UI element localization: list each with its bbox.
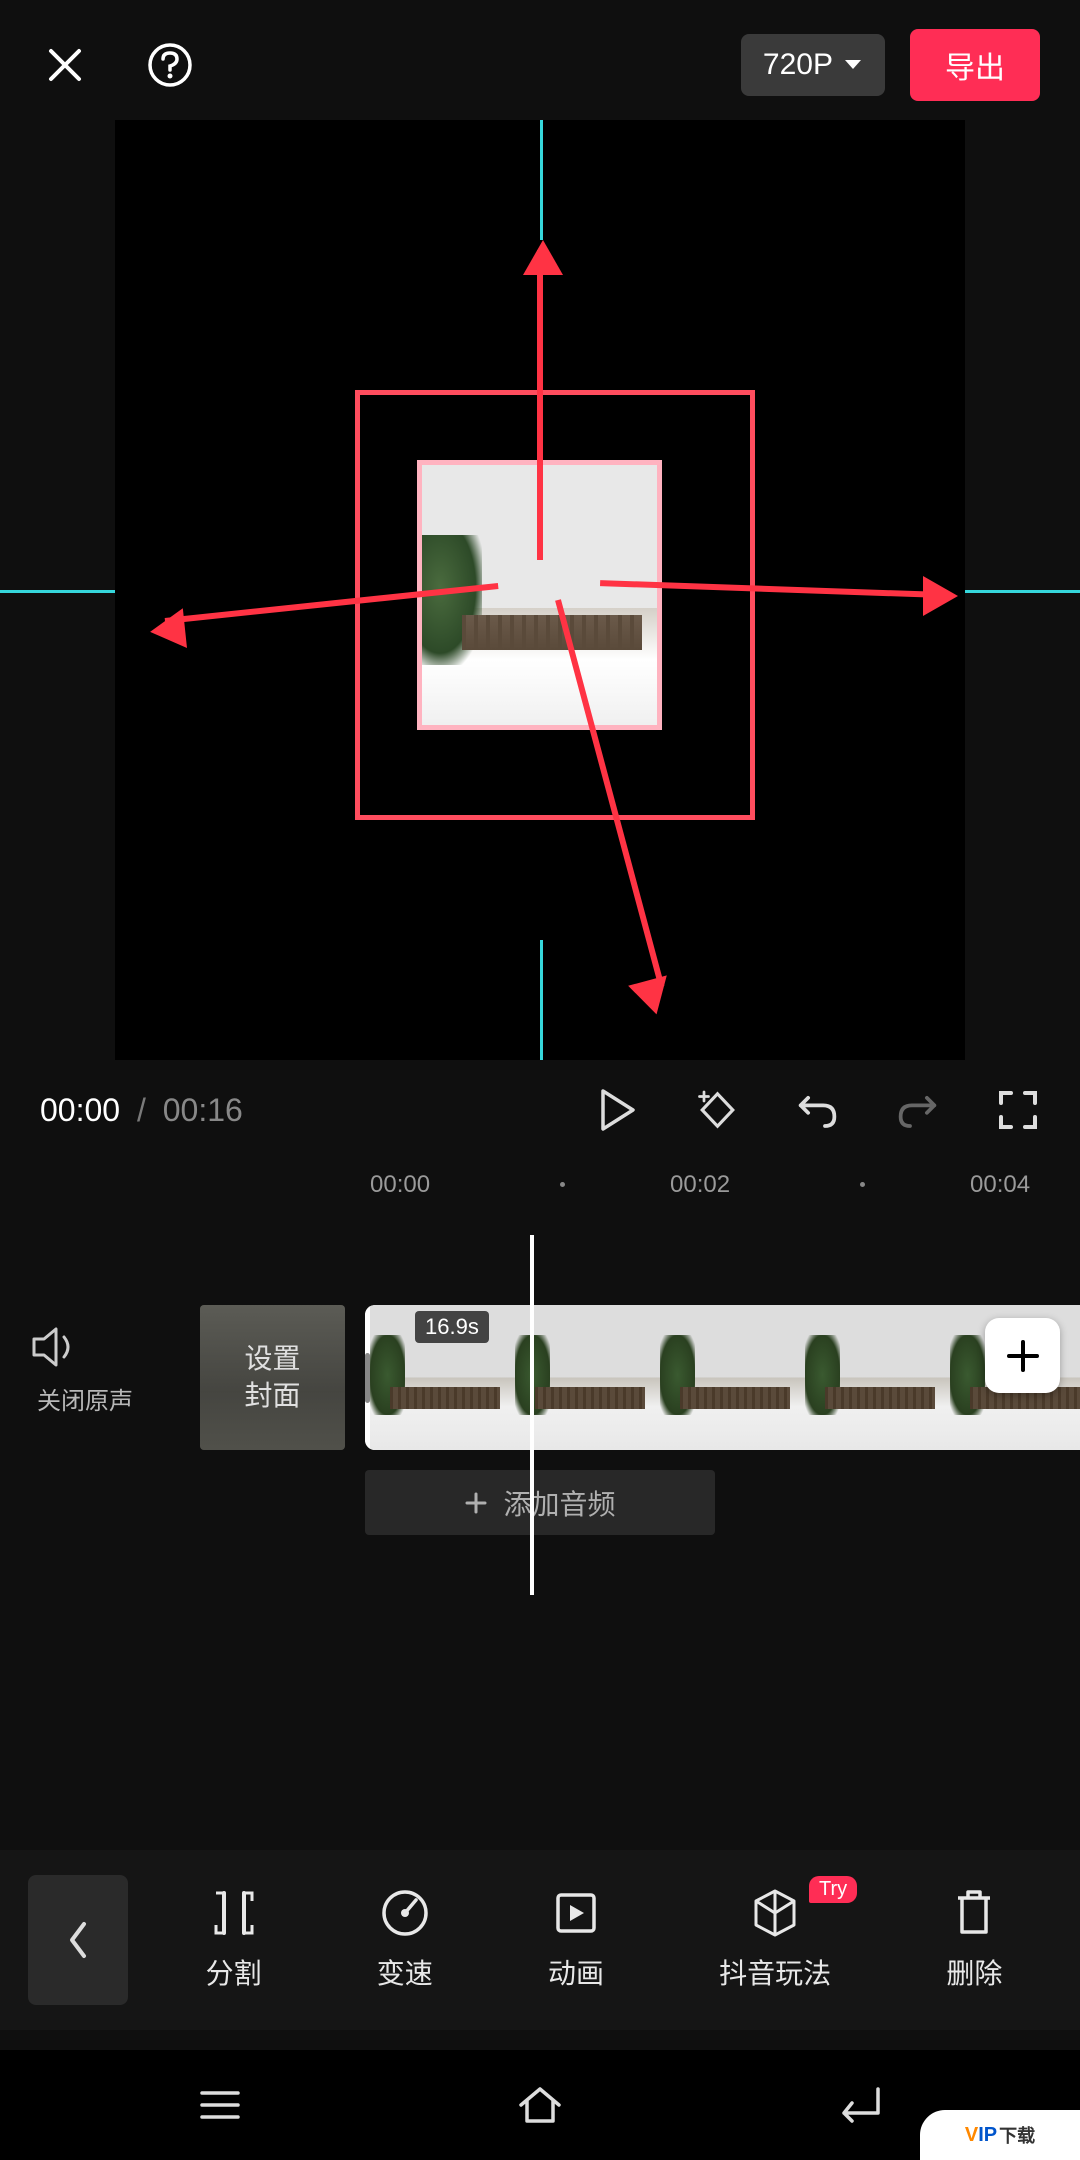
header-right-group: 720P 导出 (741, 29, 1040, 101)
split-icon (212, 1889, 256, 1937)
alignment-guide-top (540, 120, 543, 240)
tool-speed[interactable]: 变速 (377, 1888, 433, 1992)
export-label: 导出 (945, 52, 1005, 85)
ruler-dot (860, 1182, 865, 1187)
mute-label: 关闭原声 (30, 1381, 140, 1416)
cube-icon (750, 1887, 800, 1939)
watermark-suffix: 下载 (999, 2122, 1035, 2148)
watermark-letter: V (965, 2124, 978, 2147)
set-cover-button[interactable]: 设置 封面 (200, 1305, 345, 1450)
play-icon (599, 1089, 637, 1131)
tools-row: 分割 变速 动画 Try 抖音玩法 删除 (128, 1888, 1080, 1992)
playhead[interactable] (530, 1235, 534, 1595)
annotation-arrow-up (537, 250, 543, 560)
clip-duration-badge: 16.9s (415, 1311, 489, 1343)
alignment-guide-left (0, 590, 115, 593)
timeline-ruler[interactable]: 00:00 00:02 00:04 (0, 1160, 1080, 1210)
tool-label: 动画 (548, 1952, 604, 1992)
tool-label: 删除 (946, 1952, 1002, 1992)
ruler-dot (560, 1182, 565, 1187)
cover-label-line1: 设置 (244, 1341, 300, 1377)
preview-canvas[interactable] (115, 120, 965, 1060)
keyframe-icon (695, 1086, 740, 1134)
undo-button[interactable] (795, 1088, 840, 1133)
alignment-guide-bottom (540, 940, 543, 1060)
time-separator: / (137, 1092, 146, 1128)
current-time: 00:00 (40, 1092, 120, 1128)
edit-toolbar: 分割 变速 动画 Try 抖音玩法 删除 (0, 1850, 1080, 2030)
watermark-letter: IP (978, 2124, 997, 2147)
plus-icon (464, 1491, 488, 1515)
delete-icon (952, 1888, 996, 1938)
clip-frame (515, 1305, 660, 1450)
chevron-down-icon (843, 58, 863, 72)
ruler-mark: 00:02 (670, 1171, 730, 1199)
close-button[interactable] (40, 40, 90, 90)
back-icon (836, 2087, 884, 2123)
resolution-label: 720P (763, 48, 833, 82)
thumbnail-decoration (462, 615, 642, 650)
video-clip[interactable]: 16.9s (365, 1305, 1080, 1450)
resolution-selector[interactable]: 720P (741, 34, 885, 96)
tool-label: 变速 (377, 1952, 433, 1992)
tool-split[interactable]: 分割 (206, 1888, 262, 1992)
plus-icon (1005, 1338, 1041, 1374)
time-display: 00:00 / 00:16 (40, 1092, 243, 1129)
arrow-head-icon (148, 608, 187, 651)
ruler-mark: 00:00 (370, 1171, 430, 1199)
help-icon (146, 41, 194, 89)
total-time: 00:16 (163, 1092, 243, 1128)
arrow-head-icon (923, 576, 958, 616)
animation-icon (552, 1889, 600, 1937)
tool-label: 抖音玩法 (719, 1952, 831, 1992)
playback-bar: 00:00 / 00:16 (0, 1060, 1080, 1160)
add-audio-button[interactable]: 添加音频 (365, 1470, 715, 1535)
close-icon (45, 45, 85, 85)
arrow-head-icon (523, 240, 563, 275)
tool-douyin-effects[interactable]: Try 抖音玩法 (719, 1888, 831, 1992)
redo-button[interactable] (895, 1088, 940, 1133)
help-button[interactable] (145, 40, 195, 90)
fullscreen-icon (997, 1089, 1039, 1131)
arrow-head-icon (628, 975, 676, 1019)
export-button[interactable]: 导出 (910, 29, 1040, 101)
chevron-left-icon (66, 1920, 90, 1960)
add-clip-button[interactable] (985, 1318, 1060, 1393)
nav-back-button[interactable] (830, 2075, 890, 2135)
system-nav-bar (0, 2050, 1080, 2160)
nav-home-button[interactable] (510, 2075, 570, 2135)
fullscreen-button[interactable] (995, 1088, 1040, 1133)
cover-label-line2: 封面 (244, 1378, 300, 1414)
playback-controls (595, 1088, 1040, 1133)
clip-frame (660, 1305, 805, 1450)
alignment-guide-right (965, 590, 1080, 593)
clip-frame (805, 1305, 950, 1450)
keyframe-button[interactable] (695, 1088, 740, 1133)
mute-audio-button[interactable]: 关闭原声 (30, 1325, 140, 1416)
menu-icon (198, 2088, 242, 2122)
undo-icon (795, 1089, 840, 1131)
tool-delete[interactable]: 删除 (946, 1888, 1002, 1992)
play-button[interactable] (595, 1088, 640, 1133)
try-badge: Try (809, 1876, 857, 1903)
tool-animation[interactable]: 动画 (548, 1888, 604, 1992)
home-icon (515, 2085, 565, 2125)
tool-label: 分割 (206, 1952, 262, 1992)
speaker-icon (30, 1325, 80, 1369)
ruler-mark: 00:04 (970, 1171, 1030, 1199)
redo-icon (895, 1089, 940, 1131)
speed-icon (380, 1888, 430, 1938)
add-audio-label: 添加音频 (503, 1483, 615, 1523)
nav-menu-button[interactable] (190, 2075, 250, 2135)
header-left-group (40, 40, 195, 90)
toolbar-back-button[interactable] (28, 1875, 128, 2005)
header-bar: 720P 导出 (0, 0, 1080, 120)
timeline[interactable]: 关闭原声 设置 封面 16.9s 添加音频 (0, 1210, 1080, 1590)
watermark: VIP下载 (920, 2110, 1080, 2160)
